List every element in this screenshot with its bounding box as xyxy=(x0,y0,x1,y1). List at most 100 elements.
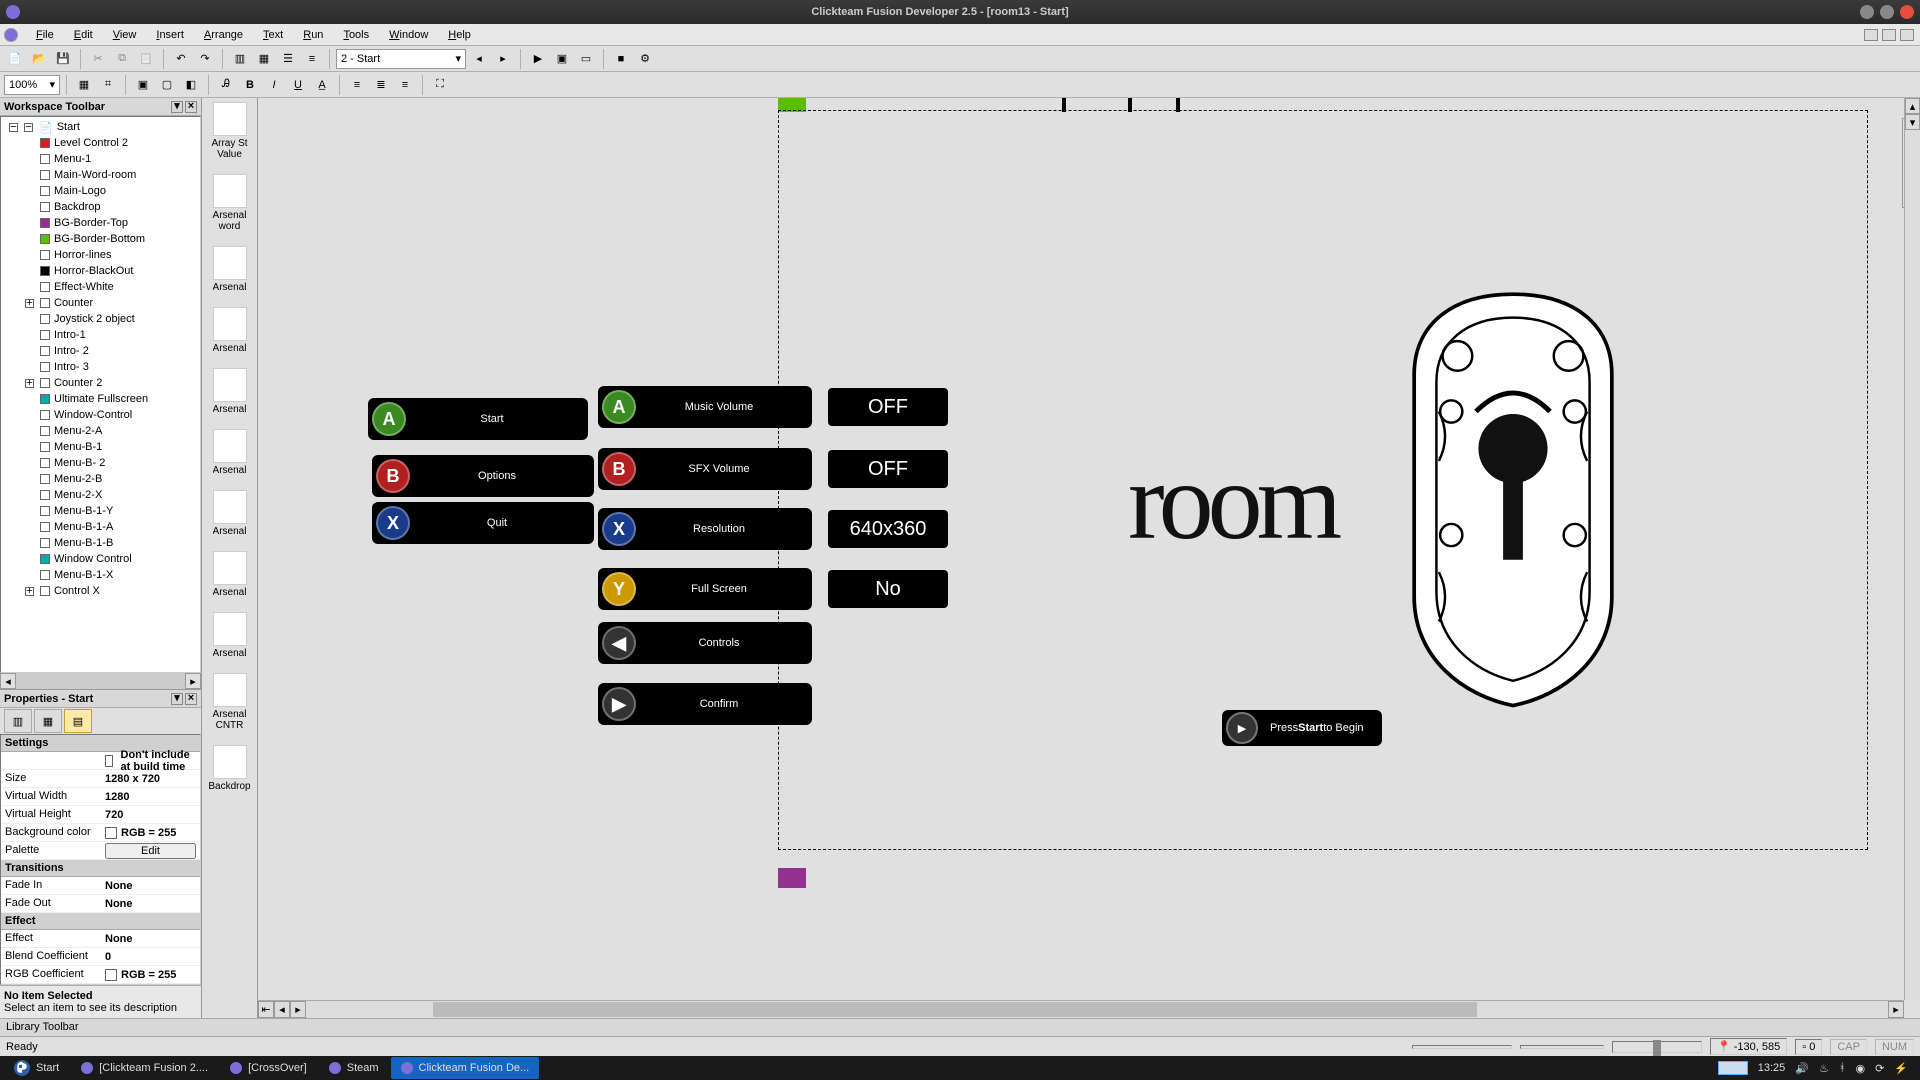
snap-button[interactable]: ⌗ xyxy=(97,74,119,96)
bg-border-top-object[interactable] xyxy=(778,868,806,888)
property-row[interactable]: Fade OutNone xyxy=(1,895,200,913)
object-strip-item[interactable]: Arsenal xyxy=(208,307,252,354)
tree-item[interactable]: Menu-2-X xyxy=(1,487,200,503)
redo-button[interactable]: ↷ xyxy=(194,48,216,70)
os-minimize-button[interactable] xyxy=(1860,5,1874,19)
menu-help[interactable]: Help xyxy=(438,27,481,43)
grid-button[interactable]: ▦ xyxy=(73,74,95,96)
library-toolbar[interactable]: Library Toolbar xyxy=(0,1018,1920,1036)
tree-item[interactable]: Effect-White xyxy=(1,279,200,295)
updates-icon[interactable]: ⟳ xyxy=(1875,1062,1884,1075)
front-button[interactable]: ▣ xyxy=(132,74,154,96)
taskbar-task[interactable]: Clickteam Fusion De... xyxy=(391,1057,540,1079)
menu-options[interactable]: B Options xyxy=(372,455,594,497)
menu-file[interactable]: File xyxy=(26,27,64,43)
zoom-slider[interactable] xyxy=(1612,1041,1702,1053)
menu-text[interactable]: Text xyxy=(253,27,293,43)
option-music-volume[interactable]: AMusic Volume xyxy=(598,386,812,428)
prop-tab-runtime[interactable]: ▦ xyxy=(34,709,62,733)
bold-button[interactable]: B xyxy=(239,74,261,96)
menu-start[interactable]: A Start xyxy=(368,398,588,440)
tree-item[interactable]: Ultimate Fullscreen xyxy=(1,391,200,407)
text-color-button[interactable]: A̲ xyxy=(311,74,333,96)
align-right-button[interactable]: ≡ xyxy=(394,74,416,96)
tree-item[interactable]: Menu-B-1-X xyxy=(1,567,200,583)
tree-item[interactable]: Menu-1 xyxy=(1,151,200,167)
property-row[interactable]: Background colorRGB = 255 xyxy=(1,824,200,842)
property-row[interactable]: EffectNone xyxy=(1,930,200,948)
tree-item[interactable]: Menu-B-1-B xyxy=(1,535,200,551)
taskbar-task[interactable]: [CrossOver] xyxy=(220,1057,317,1079)
tree-item[interactable]: Menu-B-1 xyxy=(1,439,200,455)
property-row[interactable]: RGB CoefficientRGB = 255 xyxy=(1,966,200,984)
steam-tray-icon[interactable]: ♨ xyxy=(1819,1062,1829,1075)
menu-window[interactable]: Window xyxy=(379,27,438,43)
mdi-restore-button[interactable] xyxy=(1882,29,1896,41)
tree-item[interactable]: Window-Control xyxy=(1,407,200,423)
option-value[interactable]: 640x360 xyxy=(828,510,948,548)
object-strip[interactable]: Array St Value Arsenal word Arsenal Arsenal… xyxy=(202,98,258,1018)
next-frame-nav-button[interactable]: ▸ xyxy=(290,1001,306,1018)
first-frame-button[interactable]: ⇤ xyxy=(258,1001,274,1018)
tree-item[interactable]: Joystick 2 object xyxy=(1,311,200,327)
tree-item[interactable]: +Counter xyxy=(1,295,200,311)
event-list-editor-button[interactable]: ≡ xyxy=(301,48,323,70)
object-strip-item[interactable]: Arsenal word xyxy=(208,174,252,232)
prev-frame-nav-button[interactable]: ◂ xyxy=(274,1001,290,1018)
property-row[interactable]: PaletteEdit xyxy=(1,842,200,860)
run-project-button[interactable]: ▭ xyxy=(575,48,597,70)
object-strip-item[interactable]: Arsenal CNTR xyxy=(208,673,252,731)
prev-frame-button[interactable]: ◂ xyxy=(468,48,490,70)
taskbar-task[interactable]: [Clickteam Fusion 2.... xyxy=(71,1057,218,1079)
object-strip-item[interactable]: Arsenal xyxy=(208,490,252,537)
main-logo[interactable] xyxy=(1388,288,1638,708)
start-button[interactable]: Start xyxy=(4,1057,69,1079)
tree-item[interactable]: +Counter 2 xyxy=(1,375,200,391)
property-row[interactable]: Size1280 x 720 xyxy=(1,770,200,788)
bluetooth-icon[interactable]: ᚼ xyxy=(1839,1062,1846,1074)
option-value[interactable]: OFF xyxy=(828,388,948,426)
object-strip-item[interactable]: Array St Value xyxy=(208,102,252,160)
menu-arrange[interactable]: Arrange xyxy=(194,27,253,43)
open-button[interactable]: 📂 xyxy=(28,48,50,70)
tree-item[interactable]: +Control X xyxy=(1,583,200,599)
tree-item[interactable]: Menu-B-1-Y xyxy=(1,503,200,519)
workspace-tree[interactable]: −−📄 Start Level Control 2Menu-1Main-Word… xyxy=(0,116,201,673)
os-close-button[interactable] xyxy=(1900,5,1914,19)
align-left-button[interactable]: ≡ xyxy=(346,74,368,96)
room-word[interactable]: room xyxy=(1128,438,1336,565)
frame-hscroll[interactable]: ⇤ ◂ ▸ ▸ xyxy=(258,1000,1904,1018)
close-panel-button[interactable]: × xyxy=(185,693,197,705)
object-strip-item[interactable]: Arsenal xyxy=(208,551,252,598)
stop-button[interactable]: ■ xyxy=(610,48,632,70)
menu-view[interactable]: View xyxy=(103,27,147,43)
tree-root[interactable]: −−📄 Start xyxy=(1,119,200,135)
back-button[interactable]: ▢ xyxy=(156,74,178,96)
tree-item[interactable]: Intro- 2 xyxy=(1,343,200,359)
frame-canvas[interactable]: A Start B Options X Quit room xyxy=(258,98,1894,978)
option-confirm[interactable]: ▶Confirm xyxy=(598,683,812,725)
undo-button[interactable]: ↶ xyxy=(170,48,192,70)
canvas-viewport[interactable]: A Start B Options X Quit room xyxy=(258,98,1904,1000)
tree-item[interactable]: Intro-1 xyxy=(1,327,200,343)
menu-tools[interactable]: Tools xyxy=(333,27,379,43)
prop-tab-settings[interactable]: ▥ xyxy=(4,709,32,733)
center-frame-button[interactable]: ⛶ xyxy=(429,74,451,96)
tree-item[interactable]: Backdrop xyxy=(1,199,200,215)
pin-icon[interactable]: ▾ xyxy=(171,101,183,113)
font-button[interactable]: Ꭿ xyxy=(215,74,237,96)
menu-insert[interactable]: Insert xyxy=(146,27,194,43)
tree-hscroll[interactable]: ◂▸ xyxy=(0,673,201,689)
forward-button[interactable]: ◧ xyxy=(180,74,202,96)
taskbar-task[interactable]: Steam xyxy=(319,1057,389,1079)
tree-item[interactable]: Menu-B-1-A xyxy=(1,519,200,535)
tree-item[interactable]: Main-Logo xyxy=(1,183,200,199)
tree-item[interactable]: Horror-lines xyxy=(1,247,200,263)
workspace-switcher[interactable] xyxy=(1718,1061,1748,1075)
build-button[interactable]: ⚙ xyxy=(634,48,656,70)
tree-item[interactable]: Level Control 2 xyxy=(1,135,200,151)
option-value[interactable]: No xyxy=(828,570,948,608)
run-app-button[interactable]: ▶ xyxy=(527,48,549,70)
option-controls[interactable]: ◀Controls xyxy=(598,622,812,664)
prop-tab-values[interactable]: ▤ xyxy=(64,709,92,733)
